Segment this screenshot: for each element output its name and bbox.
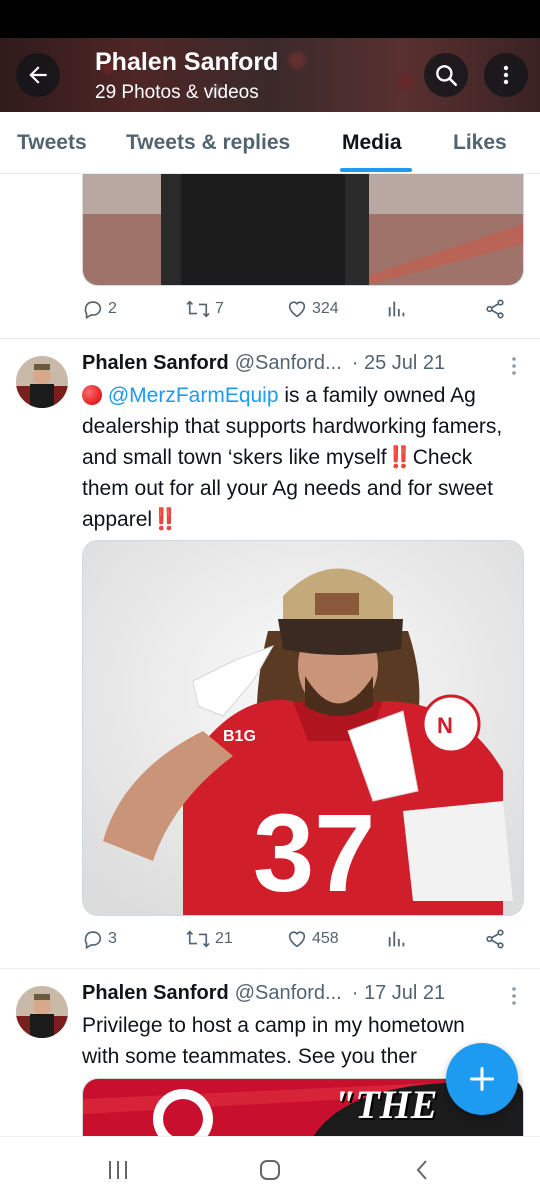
reply-count: 3 — [108, 930, 117, 947]
tweet-text: Privilege to host a camp in my hometown … — [82, 1014, 465, 1068]
retweet-count: 7 — [215, 300, 224, 317]
tweet-actions: 3 21 458 — [82, 928, 510, 958]
author-name[interactable]: Phalen Sanford — [82, 982, 229, 1005]
views-icon — [388, 301, 405, 317]
compose-tweet-button[interactable] — [446, 1043, 518, 1115]
avatar[interactable] — [16, 986, 68, 1038]
profile-header: Phalen Sanford 29 Photos & videos — [0, 38, 540, 112]
home-button[interactable] — [250, 1155, 290, 1185]
like-count: 458 — [312, 930, 339, 947]
share-button[interactable] — [484, 298, 506, 320]
views-button[interactable] — [386, 298, 408, 320]
heart-icon — [288, 931, 306, 948]
svg-text:N: N — [437, 713, 453, 738]
tweet-photo — [83, 174, 523, 285]
reply-button[interactable]: 2 — [82, 298, 117, 320]
double-exclamation-emoji: ‼️ — [386, 446, 413, 469]
avatar[interactable] — [16, 356, 68, 408]
reply-icon — [84, 931, 102, 950]
views-button[interactable] — [386, 928, 408, 950]
tweet-header: Phalen Sanford @Sanford... · 17 Jul 21 — [82, 982, 502, 1012]
chevron-left-icon — [416, 1160, 427, 1180]
like-button[interactable]: 324 — [286, 298, 339, 320]
profile-name: Phalen Sanford — [95, 48, 279, 76]
views-icon — [388, 931, 405, 947]
reply-button[interactable]: 3 — [82, 928, 117, 950]
author-handle[interactable]: @Sanford... — [235, 352, 342, 375]
tweet-media-image[interactable]: 37 N B1G — [82, 540, 524, 916]
back-nav-button[interactable] — [402, 1155, 442, 1185]
retweet-icon — [186, 300, 210, 318]
retweet-icon — [186, 930, 210, 948]
more-button[interactable] — [484, 53, 528, 97]
plus-icon — [469, 1066, 495, 1092]
tab-likes[interactable]: Likes — [453, 112, 507, 174]
tab-media[interactable]: Media — [342, 112, 402, 174]
tweet-text: @MerzFarmEquip is a family owned Ag deal… — [82, 380, 522, 535]
retweet-count: 21 — [215, 930, 233, 947]
more-vertical-icon — [503, 65, 509, 85]
avatar-photo — [16, 356, 68, 408]
divider — [0, 968, 540, 969]
tweet-actions: 2 7 324 — [82, 298, 510, 328]
tweet-date[interactable]: · 17 Jul 21 — [352, 982, 445, 1005]
reply-count: 2 — [108, 300, 117, 317]
back-button[interactable] — [16, 53, 60, 97]
status-bar — [0, 0, 540, 38]
media-count: 29 Photos & videos — [95, 82, 259, 103]
double-exclamation-emoji: ‼️ — [152, 508, 179, 531]
tab-tweets-replies[interactable]: Tweets & replies — [126, 112, 290, 174]
retweet-button[interactable]: 7 — [185, 298, 224, 320]
image-caption: "THE — [333, 1082, 438, 1127]
more-horizontal-icon[interactable] — [506, 986, 522, 1006]
reply-icon — [84, 301, 102, 320]
like-button[interactable]: 458 — [286, 928, 339, 950]
active-tab-indicator — [340, 168, 412, 172]
heart-icon — [288, 301, 306, 318]
tab-tweets[interactable]: Tweets — [17, 112, 87, 174]
tweet-header: Phalen Sanford @Sanford... · 25 Jul 21 — [82, 352, 502, 382]
svg-text:B1G: B1G — [223, 728, 256, 745]
avatar-photo — [16, 986, 68, 1038]
home-icon — [260, 1160, 280, 1180]
retweet-button[interactable]: 21 — [185, 928, 233, 950]
recents-icon — [109, 1161, 127, 1179]
search-button[interactable] — [424, 53, 468, 97]
tweet-media-image[interactable] — [82, 174, 524, 286]
like-count: 324 — [312, 300, 339, 317]
arrow-left-icon — [29, 66, 47, 84]
share-icon — [486, 299, 504, 319]
mention-link[interactable]: @MerzFarmEquip — [108, 384, 279, 407]
author-handle[interactable]: @Sanford... — [235, 982, 342, 1005]
tweet-photo: 37 N B1G — [83, 541, 523, 915]
system-nav-bar — [0, 1136, 540, 1200]
tweet-date[interactable]: · 25 Jul 21 — [352, 352, 445, 375]
recents-button[interactable] — [98, 1155, 138, 1185]
share-button[interactable] — [484, 928, 506, 950]
profile-tabs: Tweets Tweets & replies Media Likes — [0, 112, 540, 174]
svg-text:37: 37 — [253, 792, 375, 915]
search-icon — [436, 65, 458, 87]
share-icon — [486, 929, 504, 949]
author-name[interactable]: Phalen Sanford — [82, 352, 229, 375]
more-horizontal-icon[interactable] — [506, 356, 522, 376]
divider — [0, 338, 540, 339]
red-circle-emoji — [82, 385, 102, 405]
